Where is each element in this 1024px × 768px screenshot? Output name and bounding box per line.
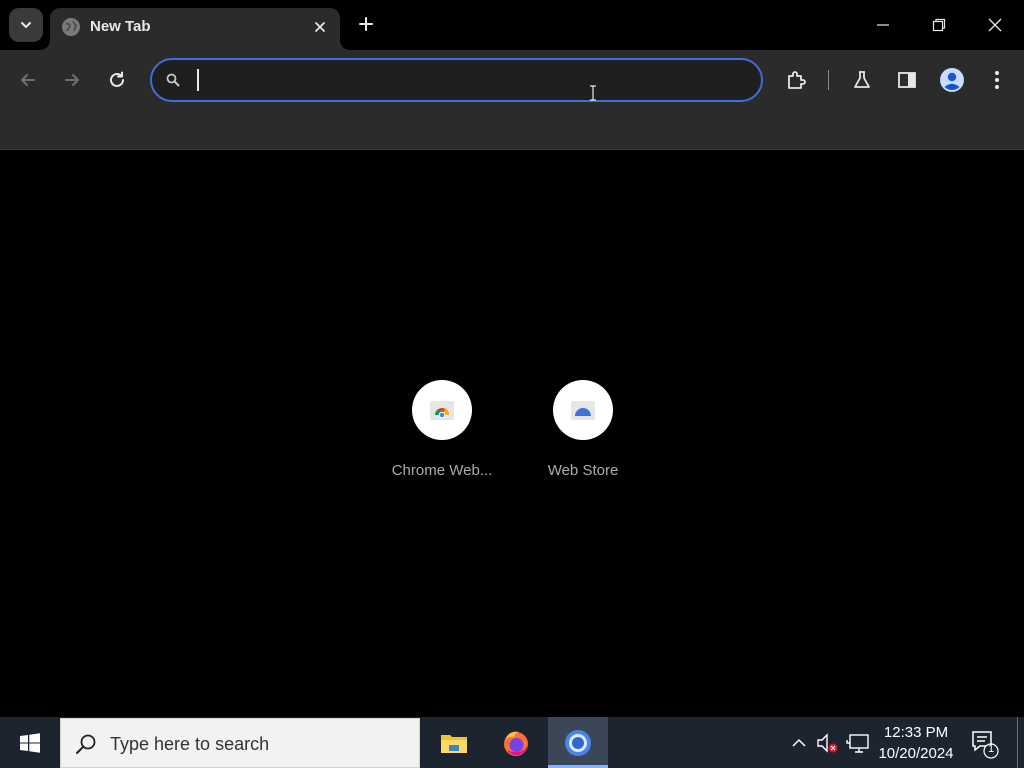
taskbar-search-box[interactable]: Type here to search <box>60 718 420 768</box>
volume-button[interactable] <box>816 731 840 755</box>
close-icon <box>988 18 1002 32</box>
text-caret <box>197 69 199 91</box>
forward-button[interactable] <box>56 64 88 96</box>
taskbar-clock[interactable]: 12:33 PM 10/20/2024 <box>872 722 960 764</box>
extensions-button[interactable] <box>780 64 812 96</box>
forward-icon <box>65 74 79 86</box>
chevron-down-icon <box>21 22 31 29</box>
tab-new-tab[interactable]: New Tab <box>40 8 350 50</box>
show-hidden-icons-button[interactable] <box>787 731 811 755</box>
chrome-web-store-icon <box>412 380 472 440</box>
ibeam-cursor-icon <box>590 85 596 101</box>
search-icon <box>163 70 183 90</box>
volume-muted-icon <box>817 733 838 753</box>
new-tab-page: Chrome Web... Web Store <box>0 151 1024 717</box>
taskbar-file-explorer[interactable] <box>424 717 484 768</box>
close-icon <box>315 22 325 32</box>
labs-flask-icon <box>854 71 870 88</box>
shortcut-tile-web-store[interactable]: Web Store <box>523 380 643 490</box>
extensions-icon <box>788 71 806 89</box>
firefox-icon <box>504 731 528 756</box>
tab-title: New Tab <box>90 18 151 35</box>
file-explorer-icon <box>441 734 467 753</box>
taskbar-firefox[interactable] <box>486 717 546 768</box>
shortcut-label: Chrome Web... <box>391 462 493 479</box>
minimize-button[interactable] <box>854 0 912 50</box>
toolbar-extension-area <box>0 110 1024 150</box>
shortcut-tile-chrome-web[interactable]: Chrome Web... <box>382 380 502 490</box>
address-bar[interactable] <box>150 58 763 102</box>
tab-search-button[interactable] <box>9 8 43 42</box>
back-button[interactable] <box>12 64 44 96</box>
windows-logo-icon <box>20 732 40 753</box>
tab-strip: New Tab <box>0 0 1024 50</box>
tab-close-button[interactable] <box>310 17 330 37</box>
clock-date: 10/20/2024 <box>878 745 954 762</box>
clock-time: 12:33 PM <box>883 724 949 741</box>
profile-icon <box>940 68 964 92</box>
side-panel-icon <box>898 72 916 88</box>
minimize-icon <box>877 24 889 26</box>
taskbar-chrome[interactable] <box>548 717 608 768</box>
new-tab-button[interactable] <box>352 10 380 38</box>
profile-button[interactable] <box>936 64 968 96</box>
restore-icon <box>932 18 946 32</box>
notification-count-badge: 1 <box>987 743 995 755</box>
taskbar-search-placeholder: Type here to search <box>110 734 270 754</box>
chrome-icon <box>565 729 591 756</box>
globe-icon <box>62 18 80 36</box>
toolbar-divider <box>828 70 829 90</box>
search-icon <box>76 734 96 754</box>
address-input[interactable] <box>192 66 692 94</box>
action-center-button[interactable]: 1 <box>966 727 1000 759</box>
shortcut-label: Web Store <box>547 462 619 479</box>
start-button[interactable] <box>0 717 60 768</box>
network-button[interactable] <box>846 731 870 755</box>
labs-button[interactable] <box>846 64 878 96</box>
chevron-up-icon <box>792 738 806 747</box>
menu-icon <box>995 71 999 89</box>
web-store-icon <box>553 380 613 440</box>
windows-taskbar: Type here to search 12:33 PM 10/20/2024 … <box>0 717 1024 768</box>
plus-icon <box>359 17 373 31</box>
network-icon <box>846 734 869 753</box>
reload-button[interactable] <box>101 64 133 96</box>
show-desktop-button[interactable] <box>1017 717 1018 768</box>
menu-button[interactable] <box>981 64 1013 96</box>
restore-button[interactable] <box>910 0 968 50</box>
side-panel-button[interactable] <box>891 64 923 96</box>
browser-toolbar <box>0 50 1024 110</box>
back-icon <box>21 74 35 86</box>
window-close-button[interactable] <box>966 0 1024 50</box>
reload-icon <box>110 71 124 87</box>
